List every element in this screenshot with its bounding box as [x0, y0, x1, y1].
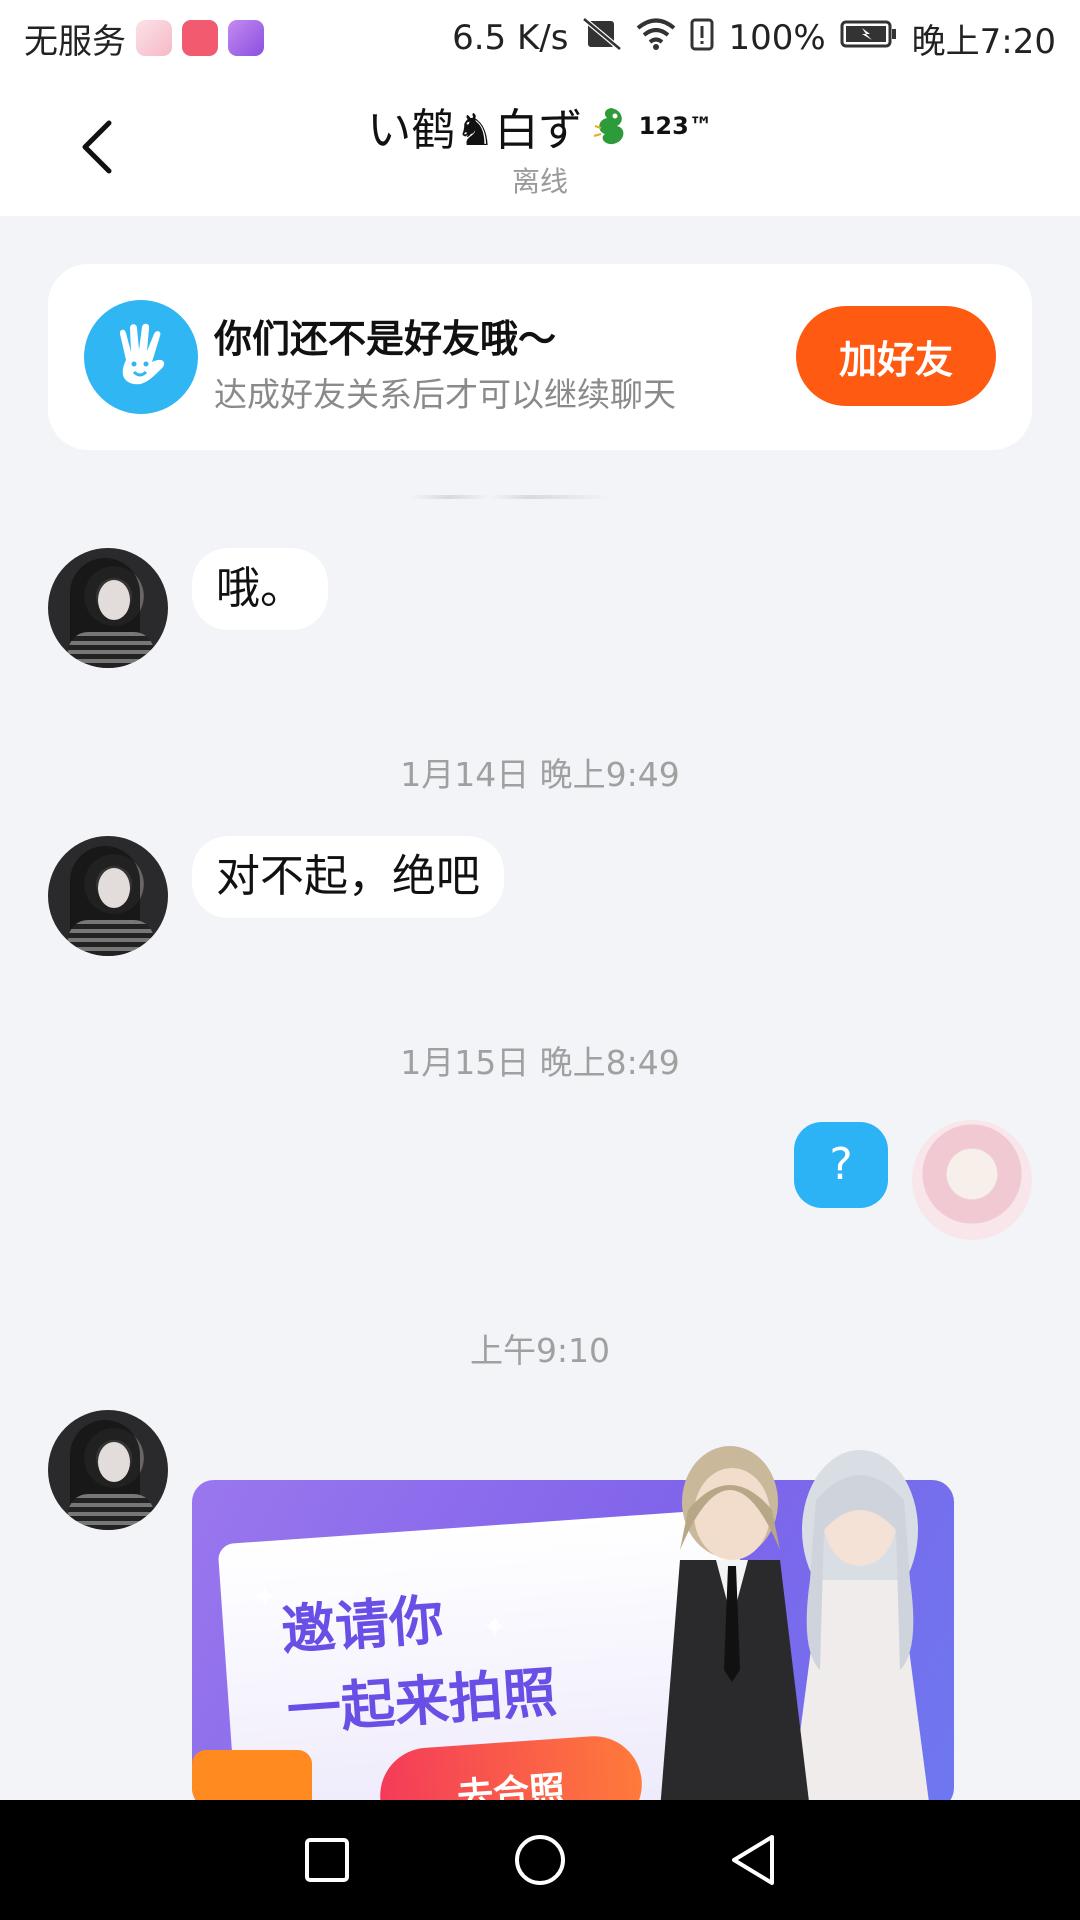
divider	[410, 495, 610, 499]
dragon-emoji-icon	[589, 104, 633, 148]
system-nav-bar	[0, 1800, 1080, 1920]
battery-charging-icon	[840, 18, 898, 58]
no-sim-icon	[582, 16, 623, 60]
avatar-characters-illustration	[620, 1410, 960, 1810]
contact-name[interactable]: い鹤♞白ず 123™	[367, 94, 713, 158]
banner-subtitle: 达成好友关系后才可以继续聊天	[214, 375, 676, 414]
contact-avatar[interactable]	[48, 1410, 168, 1530]
chat-screen: 无服务 6.5 K/s 100% 晚上7:20 い鹤♞白ず 123™ 离线 你们…	[0, 0, 1080, 1920]
contact-avatar[interactable]	[48, 548, 168, 668]
wifi-icon	[636, 17, 676, 60]
contact-name-text: い鹤♞白ず	[367, 105, 583, 156]
own-avatar[interactable]	[912, 1120, 1032, 1240]
timestamp: 1月15日 晚上8:49	[400, 1043, 680, 1082]
banner-title: 你们还不是好友哦～	[214, 317, 557, 361]
recent-apps-icon[interactable]	[292, 1825, 362, 1895]
not-friends-banner: 你们还不是好友哦～ 达成好友关系后才可以继续聊天 加好友	[48, 264, 1032, 450]
battery-alert-icon	[690, 17, 714, 60]
message-bubble[interactable]: 哦。	[192, 548, 328, 630]
carrier-text: 无服务	[24, 21, 126, 62]
contact-avatar[interactable]	[48, 836, 168, 956]
hand-wave-icon	[84, 300, 198, 414]
huawei-store-icon	[182, 20, 218, 56]
home-icon[interactable]	[505, 1825, 575, 1895]
online-status: 离线	[511, 165, 568, 198]
own-message-bubble[interactable]: ?	[794, 1122, 888, 1208]
clock: 晚上7:20	[911, 21, 1056, 62]
add-friend-button[interactable]: 加好友	[796, 306, 996, 406]
message-bubble[interactable]: 对不起，绝吧	[192, 836, 504, 918]
network-speed: 6.5 K/s	[452, 18, 569, 58]
back-nav-icon[interactable]	[718, 1825, 788, 1895]
chat-header: い鹤♞白ず 123™ 离线	[0, 76, 1080, 216]
battery-percent: 100%	[728, 18, 826, 58]
sparkle-icon: ✦	[252, 1580, 278, 1615]
timestamp: 1月14日 晚上9:49	[400, 755, 680, 794]
theme-app-icon	[228, 20, 264, 56]
contact-badge: 123™	[638, 112, 713, 140]
status-bar: 无服务 6.5 K/s 100% 晚上7:20	[0, 0, 1080, 76]
invite-title: 邀请你 一起来拍照	[279, 1573, 560, 1751]
timestamp: 上午9:10	[469, 1331, 611, 1370]
notification-app-icon	[136, 20, 172, 56]
